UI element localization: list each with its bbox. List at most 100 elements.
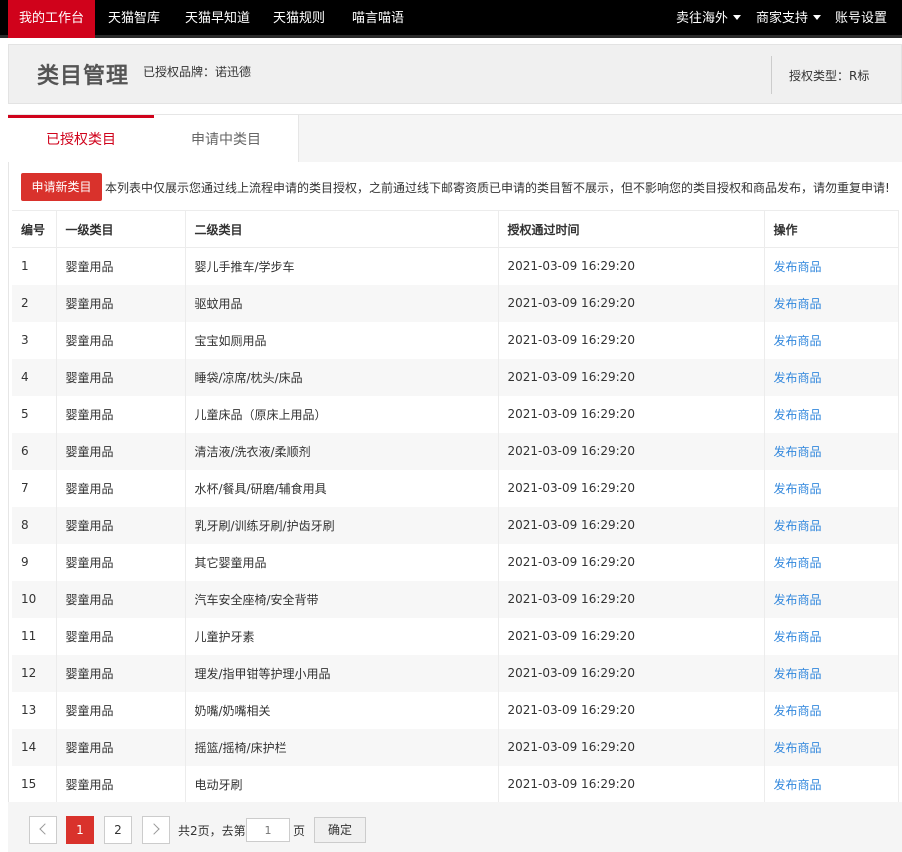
publish-product-link[interactable]: 发布商品: [774, 556, 822, 570]
cell-id: 15: [12, 765, 57, 803]
cell-level1: 婴童用品: [56, 654, 186, 692]
publish-product-link[interactable]: 发布商品: [774, 778, 822, 792]
chevron-left-icon: [39, 823, 51, 835]
publish-product-link[interactable]: 发布商品: [774, 667, 822, 681]
publish-product-link[interactable]: 发布商品: [774, 334, 822, 348]
cell-level2: 宝宝如厕用品: [185, 321, 499, 359]
cell-action: 发布商品: [764, 432, 899, 470]
cell-auth-time: 2021-03-09 16:29:20: [498, 691, 765, 729]
cell-id: 11: [12, 617, 57, 655]
cell-id: 1: [12, 247, 57, 285]
chevron-right-icon: [148, 823, 160, 835]
cell-auth-time: 2021-03-09 16:29:20: [498, 432, 765, 470]
next-page-button[interactable]: [142, 816, 170, 844]
publish-product-link[interactable]: 发布商品: [774, 704, 822, 718]
cell-level2: 摇篮/摇椅/床护栏: [185, 728, 499, 766]
tab-pending-categories[interactable]: 申请中类目: [154, 114, 299, 163]
cell-action: 发布商品: [764, 617, 899, 655]
page-button-2[interactable]: 2: [104, 816, 132, 844]
apply-new-category-button[interactable]: 申请新类目: [21, 173, 102, 201]
nav-miao-yan[interactable]: 喵言喵语: [341, 0, 415, 38]
cell-level2: 婴儿手推车/学步车: [185, 247, 499, 285]
cell-id: 7: [12, 469, 57, 507]
cell-action: 发布商品: [764, 284, 899, 322]
nav-tmall-rules[interactable]: 天猫规则: [262, 0, 336, 38]
cell-auth-time: 2021-03-09 16:29:20: [498, 358, 765, 396]
publish-product-link[interactable]: 发布商品: [774, 519, 822, 533]
publish-product-link[interactable]: 发布商品: [774, 371, 822, 385]
pagination: 1 2 共2页，去第 页 确定: [8, 802, 902, 852]
table-row: 15 婴童用品 电动牙刷 2021-03-09 16:29:20 发布商品: [12, 765, 899, 803]
cell-action: 发布商品: [764, 543, 899, 581]
publish-product-link[interactable]: 发布商品: [774, 445, 822, 459]
col-header-auth-time: 授权通过时间: [498, 210, 765, 248]
cell-level2: 睡袋/凉席/枕头/床品: [185, 358, 499, 396]
col-header-action: 操作: [764, 210, 899, 248]
cell-auth-time: 2021-03-09 16:29:20: [498, 284, 765, 322]
cell-action: 发布商品: [764, 580, 899, 618]
cell-level2: 乳牙刷/训练牙刷/护齿牙刷: [185, 506, 499, 544]
table-body: 1 婴童用品 婴儿手推车/学步车 2021-03-09 16:29:20 发布商品 2 婴童…: [12, 247, 899, 803]
goto-page-input[interactable]: [246, 818, 290, 842]
publish-product-link[interactable]: 发布商品: [774, 482, 822, 496]
nav-my-workbench[interactable]: 我的工作台: [8, 0, 96, 38]
col-header-level2: 二级类目: [185, 210, 499, 248]
cell-level2: 儿童护牙素: [185, 617, 499, 655]
top-nav: 我的工作台 天猫智库 天猫早知道 天猫规则 喵言喵语 卖往海外 商家支持 账号设…: [0, 0, 902, 38]
cell-level2: 其它婴童用品: [185, 543, 499, 581]
cell-level2: 理发/指甲钳等护理小用品: [185, 654, 499, 692]
publish-product-link[interactable]: 发布商品: [774, 630, 822, 644]
nav-account-settings[interactable]: 账号设置: [824, 0, 898, 38]
prev-page-button[interactable]: [29, 816, 57, 844]
table-row: 10 婴童用品 汽车安全座椅/安全背带 2021-03-09 16:29:20 发布商品: [12, 580, 899, 618]
table-row: 12 婴童用品 理发/指甲钳等护理小用品 2021-03-09 16:29:20 发布商…: [12, 654, 899, 692]
publish-product-link[interactable]: 发布商品: [774, 408, 822, 422]
cell-level1: 婴童用品: [56, 691, 186, 729]
caret-down-icon: [813, 15, 822, 20]
publish-product-link[interactable]: 发布商品: [774, 297, 822, 311]
cell-id: 3: [12, 321, 57, 359]
cell-level1: 婴童用品: [56, 247, 186, 285]
cell-level1: 婴童用品: [56, 765, 186, 803]
page-header: 类目管理 已授权品牌：诺迅德 授权类型：R标: [8, 44, 902, 104]
table-header-row: 编号 一级类目 二级类目 授权通过时间 操作: [12, 210, 899, 248]
table-row: 13 婴童用品 奶嘴/奶嘴相关 2021-03-09 16:29:20 发布商品: [12, 691, 899, 729]
cell-level2: 水杯/餐具/研磨/辅食用具: [185, 469, 499, 507]
category-panel: 申请新类目 本列表中仅展示您通过线上流程申请的类目授权，之前通过线下邮寄资质已申…: [8, 162, 902, 852]
publish-product-link[interactable]: 发布商品: [774, 260, 822, 274]
cell-id: 13: [12, 691, 57, 729]
confirm-page-button[interactable]: 确定: [314, 817, 366, 843]
page-button-1[interactable]: 1: [66, 816, 94, 844]
cell-level2: 驱蚊用品: [185, 284, 499, 322]
publish-product-link[interactable]: 发布商品: [774, 741, 822, 755]
cell-id: 4: [12, 358, 57, 396]
header-divider: [771, 56, 772, 94]
cell-level2: 儿童床品（原床上用品）: [185, 395, 499, 433]
col-header-level1: 一级类目: [56, 210, 186, 248]
publish-product-link[interactable]: 发布商品: [774, 593, 822, 607]
cell-level1: 婴童用品: [56, 358, 186, 396]
nav-tmall-early-know[interactable]: 天猫早知道: [174, 0, 261, 38]
cell-level2: 奶嘴/奶嘴相关: [185, 691, 499, 729]
cell-auth-time: 2021-03-09 16:29:20: [498, 765, 765, 803]
authorized-brand: 已授权品牌：诺迅德: [143, 65, 252, 79]
col-header-id: 编号: [12, 210, 57, 248]
nav-sell-overseas[interactable]: 卖往海外: [665, 0, 752, 38]
cell-action: 发布商品: [764, 321, 899, 359]
nav-tmall-think-tank[interactable]: 天猫智库: [97, 0, 171, 38]
page-title: 类目管理: [37, 64, 130, 89]
cell-id: 10: [12, 580, 57, 618]
tab-authorized-categories[interactable]: 已授权类目: [8, 115, 154, 163]
table-row: 2 婴童用品 驱蚊用品 2021-03-09 16:29:20 发布商品: [12, 284, 899, 322]
cell-id: 9: [12, 543, 57, 581]
cell-level1: 婴童用品: [56, 543, 186, 581]
cell-level1: 婴童用品: [56, 432, 186, 470]
table-row: 5 婴童用品 儿童床品（原床上用品） 2021-03-09 16:29:20 发布商品: [12, 395, 899, 433]
authorization-type: 授权类型：R标: [789, 69, 870, 83]
cell-auth-time: 2021-03-09 16:29:20: [498, 321, 765, 359]
cell-action: 发布商品: [764, 654, 899, 692]
nav-merchant-support[interactable]: 商家支持: [745, 0, 832, 38]
nav-sell-overseas-label: 卖往海外: [676, 11, 729, 26]
table-row: 11 婴童用品 儿童护牙素 2021-03-09 16:29:20 发布商品: [12, 617, 899, 655]
cell-auth-time: 2021-03-09 16:29:20: [498, 654, 765, 692]
